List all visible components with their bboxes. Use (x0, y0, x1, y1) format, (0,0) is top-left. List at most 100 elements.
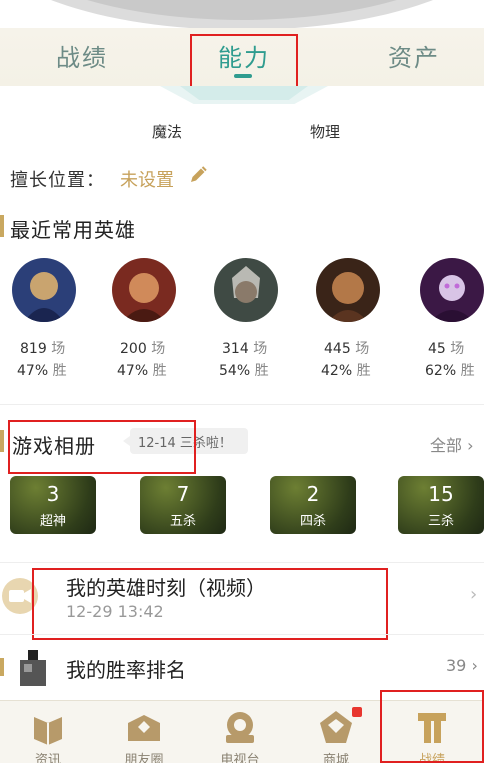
hero-games-unit: 场 (51, 341, 66, 357)
hero-portrait-icon (12, 258, 76, 322)
hero-portrait-icon (316, 258, 380, 322)
video-moment-icon (2, 578, 38, 614)
record-icon (418, 713, 446, 743)
hero-win-rate-value: 54% (219, 363, 251, 379)
hero-win-rate-value: 47% (117, 363, 149, 379)
hero-win-rate: 47% 胜 (117, 360, 167, 380)
radar-label-physical: 物理 (310, 123, 341, 141)
nav-shop[interactable]: 商城 (288, 701, 384, 763)
section-accent-bar (0, 430, 4, 452)
hero-win-rate-value: 47% (17, 363, 49, 379)
nav-record[interactable]: 战绩 (384, 701, 480, 763)
album-card[interactable]: 7 五杀 (140, 476, 226, 534)
chevron-right-icon: › (471, 656, 478, 675)
position-value[interactable]: 未设置 (120, 166, 174, 192)
album-card[interactable]: 15 三杀 (398, 476, 484, 534)
tv-icon (226, 712, 254, 743)
hero-portrait-icon (420, 258, 484, 322)
hero-games-value: 45 (428, 341, 446, 357)
album-tag-bubble: 12-14 三杀啦！ (123, 428, 248, 454)
hero-games-value: 314 (222, 341, 249, 357)
hero-avatar (420, 258, 484, 322)
hero-avatar (112, 258, 176, 322)
hero-win-rate-value: 62% (425, 363, 457, 379)
moments-timestamp: 12-29 13:42 (66, 602, 164, 621)
nav-tv[interactable]: 电视台 (192, 701, 288, 763)
album-card-label: 五杀 (169, 514, 196, 529)
news-icon (34, 717, 62, 745)
tab-assets[interactable]: 资产 (388, 38, 440, 73)
hero-win-rate: 47% 胜 (17, 360, 67, 380)
hero-win-rate: 62% 胜 (425, 360, 475, 380)
divider (0, 404, 484, 405)
section-accent-bar (0, 215, 4, 237)
divider (0, 562, 484, 563)
hero-games-value: 445 (324, 341, 351, 357)
friends-icon (128, 715, 160, 741)
hero-avatar (214, 258, 278, 322)
hero-games-unit: 场 (253, 341, 268, 357)
tab-bar: 战绩 能力 资产 (0, 28, 484, 88)
tab-active-indicator (234, 74, 252, 78)
section-accent-bar (0, 658, 4, 676)
nav-label: 商城 (322, 753, 349, 763)
chevron-right-icon[interactable]: › (470, 584, 477, 605)
shop-icon (320, 711, 352, 743)
album-all-link[interactable]: 全部 › (430, 432, 474, 456)
notification-badge (352, 707, 362, 717)
hero-avatar (12, 258, 76, 322)
tab-record[interactable]: 战绩 (56, 38, 108, 73)
hero-win-rate-value: 42% (321, 363, 353, 379)
hero-win-unit: 胜 (52, 363, 67, 379)
divider (0, 634, 484, 635)
hero-win-unit: 胜 (356, 363, 371, 379)
hero-games: 819 场 (20, 338, 65, 358)
hero-games-unit: 场 (450, 341, 465, 357)
nav-label: 战绩 (418, 753, 445, 763)
album-card-label: 三杀 (427, 514, 454, 529)
nav-news[interactable]: 资讯 (0, 701, 96, 763)
album-title: 游戏相册 (12, 434, 96, 458)
album-card-count: 3 (46, 482, 60, 506)
nav-friends[interactable]: 朋友圈 (96, 701, 192, 763)
pencil-icon[interactable] (188, 165, 208, 185)
hero-portrait-icon (112, 258, 176, 322)
album-card-count: 7 (176, 482, 190, 506)
album-card-label: 超神 (39, 514, 66, 529)
ranking-value: 39 (446, 656, 467, 675)
album-card-count: 15 (428, 482, 454, 506)
hero-games-unit: 场 (151, 341, 166, 357)
hero-win-unit: 胜 (152, 363, 167, 379)
album-card-label: 四杀 (299, 514, 326, 529)
moments-title[interactable]: 我的英雄时刻（视频） (66, 572, 266, 601)
hero-win-rate: 54% 胜 (219, 360, 269, 380)
nav-label: 朋友圈 (124, 753, 164, 763)
hero-avatar (316, 258, 380, 322)
hero-games-value: 819 (20, 341, 47, 357)
hero-portrait-icon (214, 258, 278, 322)
album-card[interactable]: 3 超神 (10, 476, 96, 534)
album-all-label: 全部 (430, 436, 463, 455)
hero-games-unit: 场 (355, 341, 370, 357)
hero-win-unit: 胜 (254, 363, 269, 379)
hero-games: 200 场 (120, 338, 165, 358)
recent-heroes-title: 最近常用英雄 (10, 218, 136, 242)
position-label: 擅长位置： (10, 170, 105, 191)
ranking-title[interactable]: 我的胜率排名 (66, 654, 186, 683)
hero-games-value: 200 (120, 341, 147, 357)
ranking-icon (20, 650, 46, 686)
radar-label-magic: 魔法 (152, 123, 183, 141)
album-card[interactable]: 2 四杀 (270, 476, 356, 534)
ranking-value-link[interactable]: 39 › (446, 656, 478, 675)
nav-label: 电视台 (220, 753, 260, 763)
hero-games: 314 场 (222, 338, 267, 358)
hero-games: 45 场 (428, 338, 464, 358)
nav-label: 资讯 (34, 753, 61, 763)
tab-ability[interactable]: 能力 (218, 38, 270, 73)
chevron-right-icon: › (467, 436, 474, 455)
album-card-count: 2 (306, 482, 320, 506)
radar-chart-inner (180, 86, 308, 100)
bottom-nav: 资讯 朋友圈 电视台 商城 战绩 (0, 700, 484, 763)
hero-games: 445 场 (324, 338, 369, 358)
hero-win-rate: 42% 胜 (321, 360, 371, 380)
